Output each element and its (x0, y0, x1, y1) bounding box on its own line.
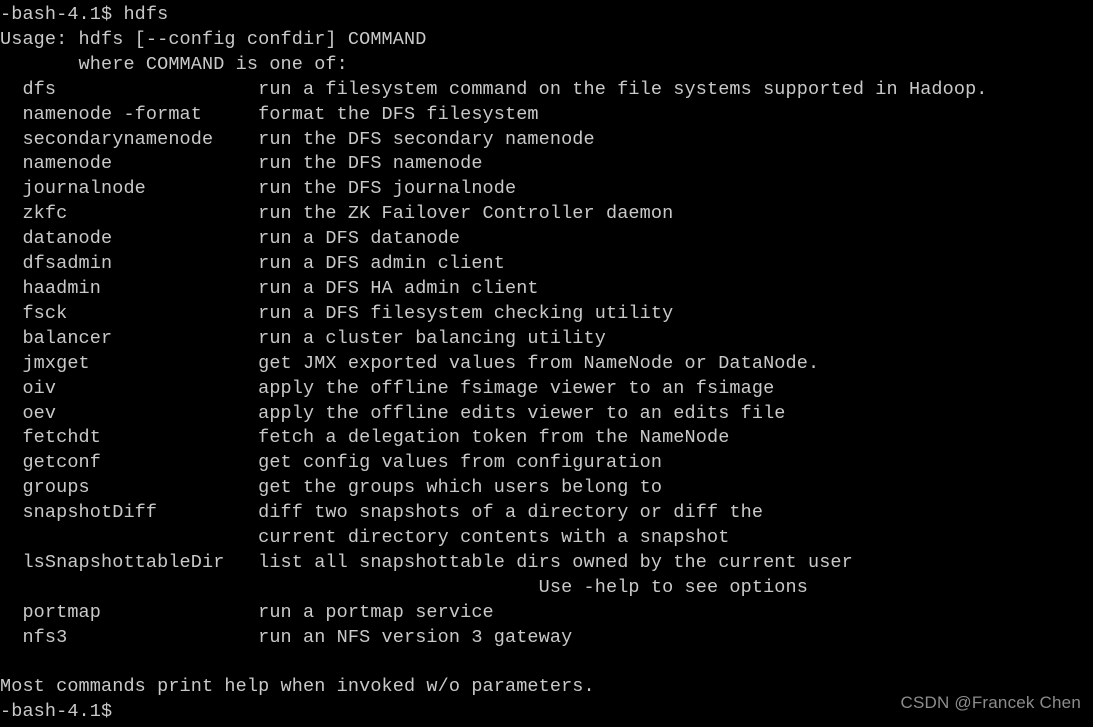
terminal-line: Usage: hdfs [--config confdir] COMMAND (0, 28, 427, 50)
terminal-line: current directory contents with a snapsh… (0, 527, 730, 549)
terminal-line: haadmin run a DFS HA admin client (0, 277, 539, 299)
terminal-line: datanode run a DFS datanode (0, 228, 461, 250)
terminal-line: zkfc run the ZK Failover Controller daem… (0, 203, 674, 225)
terminal-line: nfs3 run an NFS version 3 gateway (0, 626, 573, 648)
terminal-line: oiv apply the offline fsimage viewer to … (0, 377, 775, 399)
watermark-label: CSDN @Francek Chen (900, 693, 1081, 712)
terminal-line: fetchdt fetch a delegation token from th… (0, 427, 730, 449)
terminal-line: groups get the groups which users belong… (0, 477, 663, 499)
terminal-line: oev apply the offline edits viewer to an… (0, 402, 786, 424)
terminal-line: lsSnapshottableDir list all snapshottabl… (0, 551, 853, 573)
terminal-line: dfsadmin run a DFS admin client (0, 253, 505, 275)
terminal-line: namenode run the DFS namenode (0, 153, 483, 175)
terminal-line: portmap run a portmap service (0, 601, 494, 623)
terminal-line: balancer run a cluster balancing utility (0, 327, 606, 349)
terminal-line: namenode -format format the DFS filesyst… (0, 103, 539, 125)
terminal-line: journalnode run the DFS journalnode (0, 178, 517, 200)
terminal-line: -bash-4.1$ hdfs (0, 4, 169, 25)
terminal-line: jmxget get JMX exported values from Name… (0, 352, 820, 374)
terminal-line: getconf get config values from configura… (0, 452, 663, 474)
terminal-line: Use -help to see options (0, 576, 808, 598)
terminal-line: fsck run a DFS filesystem checking utili… (0, 302, 674, 324)
terminal-line: dfs run a filesystem command on the file… (0, 78, 988, 100)
terminal-line: secondarynamenode run the DFS secondary … (0, 128, 595, 150)
terminal-output-area[interactable]: -bash-4.1$ hdfs Usage: hdfs [--config con… (0, 0, 1093, 727)
terminal-line: where COMMAND is one of: (0, 53, 348, 75)
terminal-line: snapshotDiff diff two snapshots of a dir… (0, 502, 764, 524)
